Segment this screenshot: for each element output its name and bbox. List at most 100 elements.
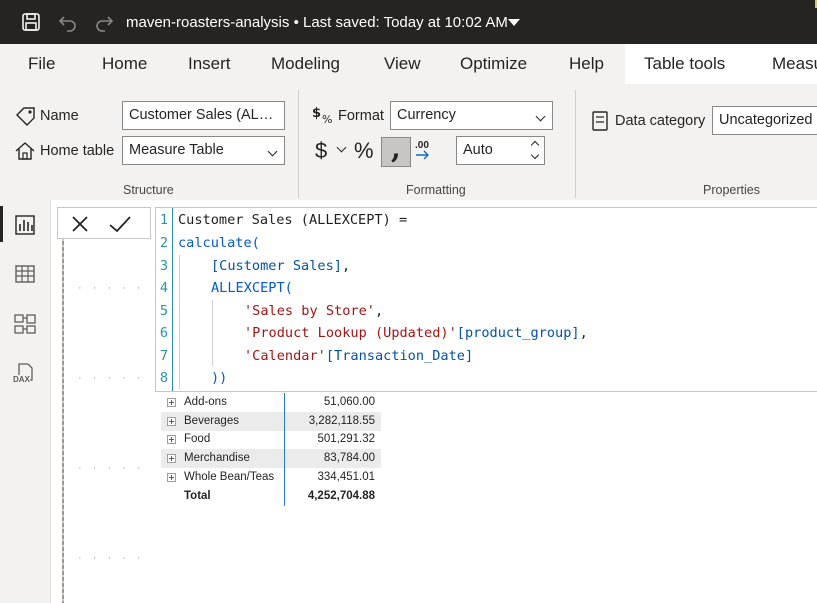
table-row[interactable]: Beverages 3,282,118.55 xyxy=(161,412,381,431)
code-line: 'Calendar'[Transaction_Date] xyxy=(178,348,473,364)
table-view-icon[interactable] xyxy=(13,262,37,286)
document-title[interactable]: maven-roasters-analysis • Last saved: To… xyxy=(126,14,508,31)
cancel-icon[interactable] xyxy=(70,214,90,234)
expand-plus-icon[interactable] xyxy=(167,416,176,426)
canvas-grid-dots xyxy=(62,210,64,603)
menu-home[interactable]: Home xyxy=(102,54,147,74)
line-number: 8 xyxy=(159,370,168,386)
row-value: 83,784.00 xyxy=(323,451,375,464)
code-line: )) xyxy=(178,370,227,386)
chevron-down-icon[interactable] xyxy=(530,150,540,160)
code-line: calculate( xyxy=(178,235,260,251)
menu-help[interactable]: Help xyxy=(569,54,604,74)
row-category: Food xyxy=(184,433,211,445)
table-row[interactable]: Whole Bean/Teas 334,451.01 xyxy=(161,468,381,487)
line-number: 4 xyxy=(159,280,168,296)
canvas-grid-dots: · · · · · xyxy=(78,372,145,384)
line-number: 3 xyxy=(159,257,168,274)
title-bar: maven-roasters-analysis • Last saved: To… xyxy=(0,0,817,44)
structure-group-label: Structure xyxy=(123,183,174,197)
row-category: Add-ons xyxy=(184,395,227,408)
undo-icon[interactable] xyxy=(57,11,79,33)
redo-icon[interactable] xyxy=(93,11,115,33)
code-token: ) = xyxy=(382,212,408,228)
currency-button[interactable]: $ xyxy=(315,138,327,164)
code-token: ( xyxy=(251,235,260,251)
menu-view[interactable]: View xyxy=(384,54,421,74)
expand-plus-icon[interactable] xyxy=(167,435,176,444)
data-category-icon xyxy=(592,111,608,131)
commit-checkmark-icon[interactable] xyxy=(108,214,132,234)
home-table-value: Measure Table xyxy=(129,142,224,158)
group-divider xyxy=(575,90,576,198)
decimal-places-icon[interactable]: .00 xyxy=(415,140,437,164)
canvas-grid-dots: · · · · · xyxy=(78,552,145,564)
menu-modeling[interactable]: Modeling xyxy=(271,54,340,74)
data-category-select[interactable]: Uncategorized xyxy=(712,106,817,135)
view-switcher: DAX xyxy=(0,200,51,603)
report-view-icon[interactable] xyxy=(13,213,37,237)
menu-optimize[interactable]: Optimize xyxy=(460,54,527,74)
table-row[interactable]: Merchandise 83,784.00 xyxy=(161,449,381,468)
row-value: 501,291.32 xyxy=(317,433,375,445)
group-divider xyxy=(298,90,299,198)
column-divider xyxy=(284,393,285,506)
expand-plus-icon[interactable] xyxy=(167,453,176,463)
expand-plus-icon[interactable] xyxy=(167,397,176,407)
chevron-down-icon[interactable] xyxy=(508,19,520,26)
model-view-icon[interactable] xyxy=(13,312,37,336)
code-line: 'Sales by Store', xyxy=(178,303,383,319)
code-token: ( xyxy=(284,280,293,296)
format-icon: $ % xyxy=(312,106,332,125)
format-select[interactable]: Currency xyxy=(390,101,553,130)
tab-measure-tools[interactable]: Measu xyxy=(772,54,817,74)
saved-status: Last saved: Today at 10:02 AM xyxy=(302,14,508,31)
tab-table-tools[interactable]: Table tools xyxy=(644,54,725,74)
line-number: 5 xyxy=(159,302,168,319)
menu-file[interactable]: File xyxy=(28,54,55,74)
expand-plus-icon[interactable] xyxy=(167,472,176,482)
code-token: ALLEXCEPT xyxy=(308,212,383,228)
formula-commit-buttons xyxy=(57,207,151,239)
chevron-down-icon xyxy=(535,111,546,122)
table-row[interactable]: Food 501,291.32 xyxy=(161,431,381,450)
home-table-select[interactable]: Measure Table xyxy=(122,136,285,165)
dax-formula-editor[interactable]: 1 2 3 4 5 6 7 8 Customer Sales (ALLEXCEP… xyxy=(155,207,817,392)
arrow-right-icon xyxy=(416,150,429,160)
table-reference: 'Sales by Store' xyxy=(244,302,375,319)
comma-style-button[interactable]: , xyxy=(381,132,411,167)
table-reference: 'Calendar' xyxy=(244,347,326,364)
line-number: 1 xyxy=(159,212,168,228)
code-token: ( xyxy=(300,212,309,228)
indent-guide xyxy=(179,255,180,389)
code-token: )) xyxy=(211,370,228,386)
format-label: Format xyxy=(338,108,384,124)
code-line: ALLEXCEPT( xyxy=(178,280,293,296)
table-row[interactable]: Add-ons 51,060.00 xyxy=(161,393,381,412)
total-label: Total xyxy=(184,489,211,502)
chevron-down-icon[interactable] xyxy=(336,142,347,153)
percent-button[interactable]: % xyxy=(354,138,374,164)
svg-text:%: % xyxy=(322,113,332,125)
code-token: , xyxy=(374,302,384,319)
decimal-places-input[interactable]: Auto xyxy=(456,136,545,165)
chevron-down-icon xyxy=(267,146,278,157)
dax-query-view-icon[interactable]: DAX xyxy=(13,363,37,387)
data-category-label: Data category xyxy=(615,113,706,129)
ribbon: Name Customer Sales (AL… Home table Meas… xyxy=(0,84,817,200)
save-icon[interactable] xyxy=(20,11,42,33)
menu-insert[interactable]: Insert xyxy=(188,54,231,74)
line-number: 2 xyxy=(159,235,168,251)
dax-label: DAX xyxy=(13,375,30,384)
formatting-group-label: Formatting xyxy=(406,183,466,197)
row-category: Beverages xyxy=(184,414,239,427)
home-icon xyxy=(15,142,35,160)
name-label: Name xyxy=(40,108,79,124)
home-table-label: Home table xyxy=(40,143,115,159)
measure-name: Customer Sales xyxy=(178,212,301,228)
name-input[interactable]: Customer Sales (AL… xyxy=(122,101,285,130)
chevron-up-icon[interactable] xyxy=(530,140,540,150)
line-number: 7 xyxy=(159,347,168,364)
row-value: 334,451.01 xyxy=(317,470,375,483)
code-line: [Customer Sales], xyxy=(178,258,350,274)
